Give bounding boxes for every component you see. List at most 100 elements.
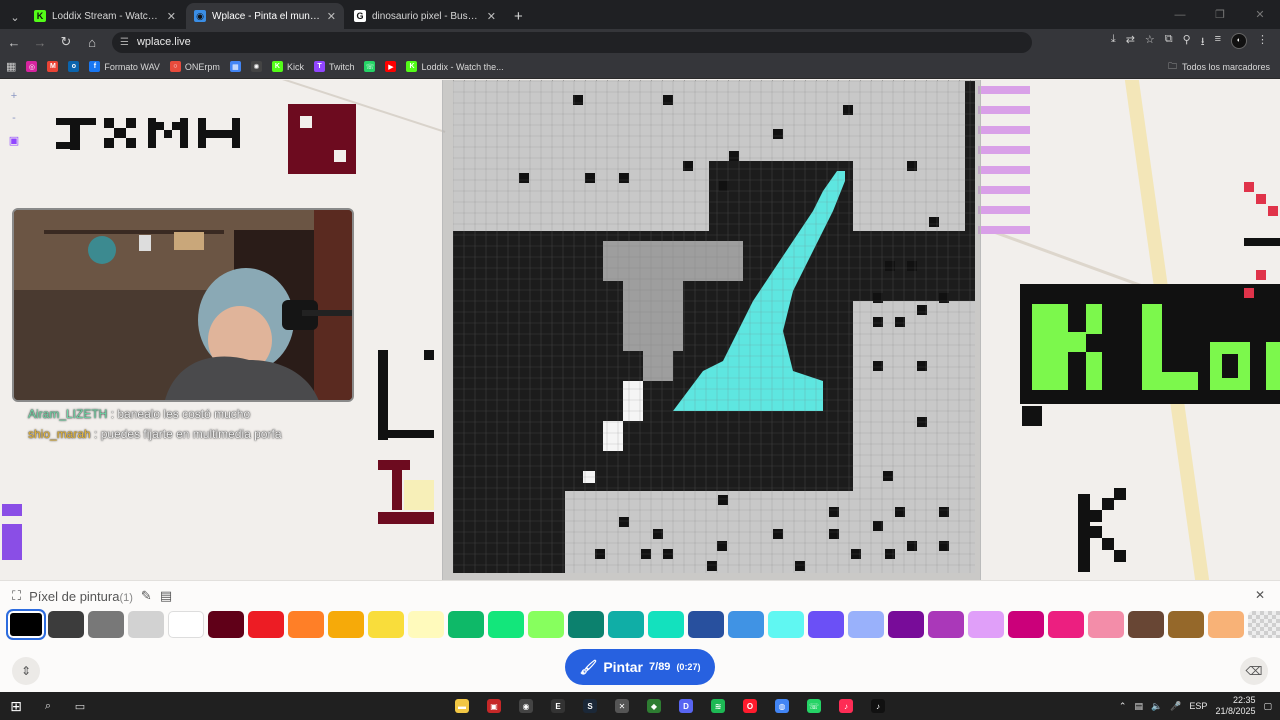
minimize-icon[interactable]: — [1160,0,1200,29]
mic-icon[interactable]: 🎤 [1170,701,1181,712]
eraser-icon[interactable]: ⌫ [1240,657,1268,685]
browser-tab[interactable]: Gdinosaurio pixel - Buscar con G ✕ [346,3,504,29]
bookmark-item[interactable]: K Kick [271,61,304,72]
chrome-icon[interactable]: ◍ [769,695,795,717]
color-swatch[interactable] [128,611,164,638]
zoom-in-icon[interactable]: + [6,88,22,104]
tab-close-icon[interactable]: ✕ [327,10,336,23]
tab-close-icon[interactable]: ✕ [167,10,176,23]
close-window-icon[interactable]: ✕ [1240,0,1280,29]
discord-icon[interactable]: D [673,695,699,717]
bookmark-item[interactable]: K Loddix - Watch the... [406,61,504,72]
color-swatch[interactable] [928,611,964,638]
reading-list-icon[interactable]: ≡ [1215,33,1221,52]
color-swatch[interactable] [448,611,484,638]
opera-icon[interactable]: O [737,695,763,717]
back-icon[interactable]: ← [2,31,26,53]
pixel-grid[interactable] [453,81,975,573]
color-swatch[interactable] [848,611,884,638]
file-explorer-icon[interactable]: ▬ [449,695,475,717]
install-app-icon[interactable]: ⤓ [1111,33,1116,52]
whatsapp-icon[interactable]: ☏ [801,695,827,717]
color-swatch[interactable] [88,611,124,638]
color-swatch[interactable] [1128,611,1164,638]
toggle-panel-icon[interactable]: ⇕ [12,657,40,685]
steam-icon[interactable]: S [577,695,603,717]
volume-icon[interactable]: 🔈 [1151,701,1162,712]
task-view-icon[interactable]: ▭ [67,695,93,717]
menu-kebab-icon[interactable]: ⋮ [1257,33,1268,52]
pixel-app-icon[interactable]: ✕ [609,695,635,717]
bookmark-item[interactable]: ☏ [364,61,376,72]
url-input[interactable]: ☰ wplace.live [112,31,1032,53]
site-info-icon[interactable]: ☰ [120,37,129,48]
shield-icon[interactable]: ◆ [641,695,667,717]
browser-tab[interactable]: ◉ Wplace - Pinta el mundo ✕ [186,3,344,29]
color-swatch[interactable] [608,611,644,638]
bookmark-star-icon[interactable]: ☆ [1145,33,1155,52]
windows-start-icon[interactable]: ⊞ [3,695,29,717]
twitch-icon[interactable]: ▣ [6,132,22,148]
map-canvas[interactable]: + - ▣ Airam_LIZETH: banealo les costó m… [0,80,1280,580]
tab-search-icon[interactable]: ⌄ [4,5,26,29]
bookmark-item[interactable]: ○ ONErpm [169,61,220,72]
home-icon[interactable]: ⌂ [80,31,104,53]
color-swatch[interactable] [888,611,924,638]
tiktok-icon[interactable]: ♪ [865,695,891,717]
color-swatch[interactable] [328,611,364,638]
new-tab-button[interactable]: + [506,3,531,29]
close-panel-icon[interactable]: ✕ [1250,585,1270,605]
clock[interactable]: 22:35 21/8/2025 [1215,695,1255,717]
color-swatch[interactable] [728,611,764,638]
color-swatch[interactable] [648,611,684,638]
spotify-icon[interactable]: ≋ [705,695,731,717]
bookmark-item[interactable]: o [68,61,80,72]
color-swatch[interactable] [1208,611,1244,638]
bookmark-item[interactable]: ▶ [385,61,397,72]
color-swatch[interactable] [688,611,724,638]
obs-icon[interactable]: ◉ [513,695,539,717]
zoom-out-icon[interactable]: - [6,110,22,126]
color-swatch[interactable] [528,611,564,638]
paint-button[interactable]: 🖌 Pintar 7/89 (0:27) [565,649,715,685]
bookmark-item[interactable]: T Twitch [313,61,354,72]
color-swatch[interactable] [808,611,844,638]
ticketing-app-icon[interactable]: ▣ [481,695,507,717]
bookmark-item[interactable]: ✺ [250,61,262,72]
color-swatch[interactable] [1048,611,1084,638]
bookmark-item[interactable]: ◎ [26,61,38,72]
color-swatch[interactable] [6,609,46,640]
extensions-icon[interactable]: ⧉ [1165,33,1173,52]
apps-grid-icon[interactable]: ▦ [6,60,16,73]
color-swatch[interactable] [1088,611,1124,638]
color-swatch[interactable] [1008,611,1044,638]
expand-icon[interactable]: ⛶ [12,588,21,604]
color-swatch[interactable] [288,611,324,638]
tab-close-icon[interactable]: ✕ [487,10,496,23]
maximize-icon[interactable]: ❐ [1200,0,1240,29]
tiktok-live-icon[interactable]: ♪ [833,695,859,717]
bookmark-item[interactable]: M [47,61,59,72]
profile-avatar[interactable]: ◐ [1231,32,1247,49]
color-swatch[interactable] [488,611,524,638]
template-grid-overlay[interactable] [442,80,981,580]
edit-pencil-icon[interactable]: ✎ [141,588,152,604]
color-swatch[interactable] [48,611,84,638]
color-swatch[interactable] [768,611,804,638]
all-bookmarks-button[interactable]: 🗀 Todos los marcadores [1168,59,1280,75]
color-swatch[interactable] [168,611,204,638]
color-swatch[interactable] [1168,611,1204,638]
tray-chevron-icon[interactable]: ⌃ [1119,701,1127,712]
color-swatch[interactable] [208,611,244,638]
notifications-icon[interactable]: ▢ [1263,701,1272,712]
reload-icon[interactable]: ↻ [54,31,78,53]
downloads-icon[interactable]: ⭳ [1201,33,1205,52]
epic-games-icon[interactable]: E [545,695,571,717]
color-swatch[interactable] [568,611,604,638]
bookmark-item[interactable]: f Formato WAV [89,61,160,72]
network-icon[interactable]: ▤ [1134,701,1143,712]
forward-icon[interactable]: → [28,31,52,53]
translate-icon[interactable]: ⇄ [1126,33,1135,52]
color-swatch[interactable] [368,611,404,638]
bookmark-item[interactable]: ▦ [229,61,241,72]
